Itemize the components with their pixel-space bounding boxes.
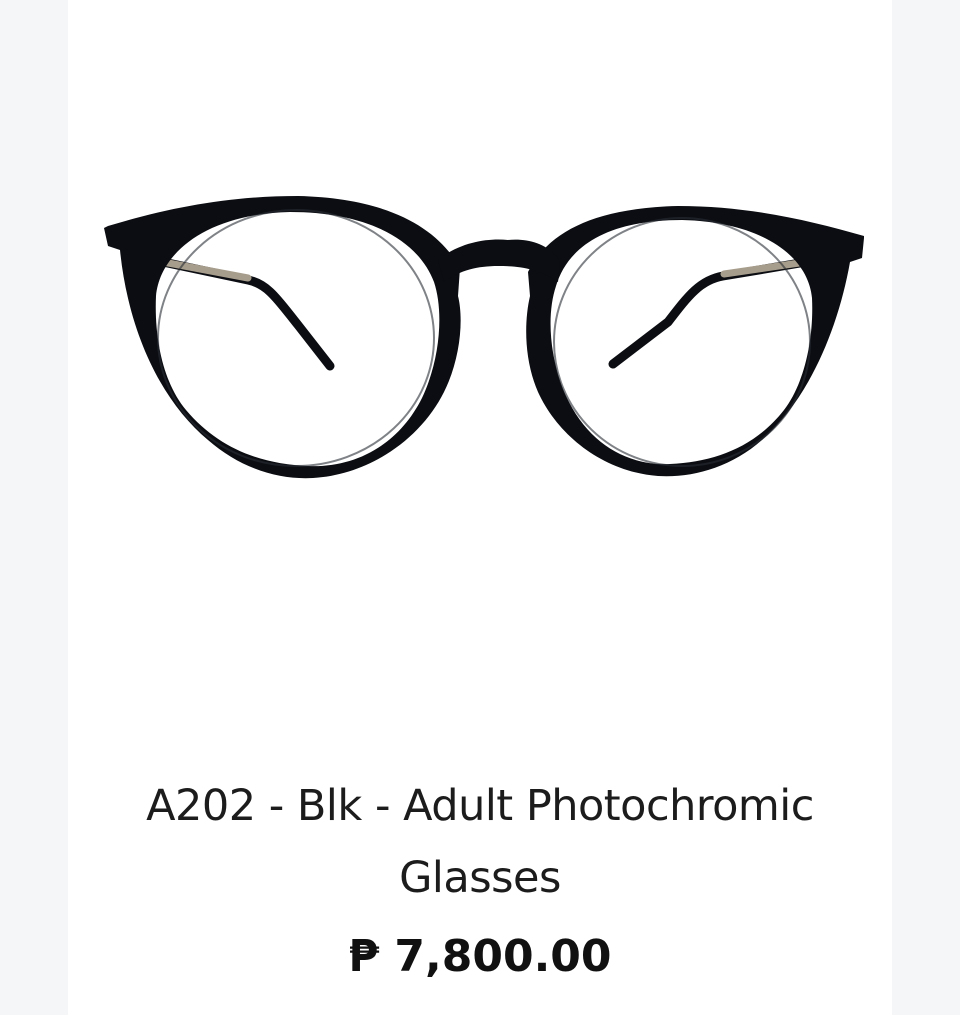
temple-arms [158, 257, 811, 371]
product-image[interactable] [68, 0, 892, 740]
glasses-illustration [104, 196, 864, 479]
product-card[interactable]: A202 - Blk - Adult Photochromic Glasses … [68, 0, 892, 1015]
product-title[interactable]: A202 - Blk - Adult Photochromic Glasses [88, 770, 872, 914]
product-price: ₱ 7,800.00 [348, 931, 612, 982]
right-rim [526, 206, 864, 477]
